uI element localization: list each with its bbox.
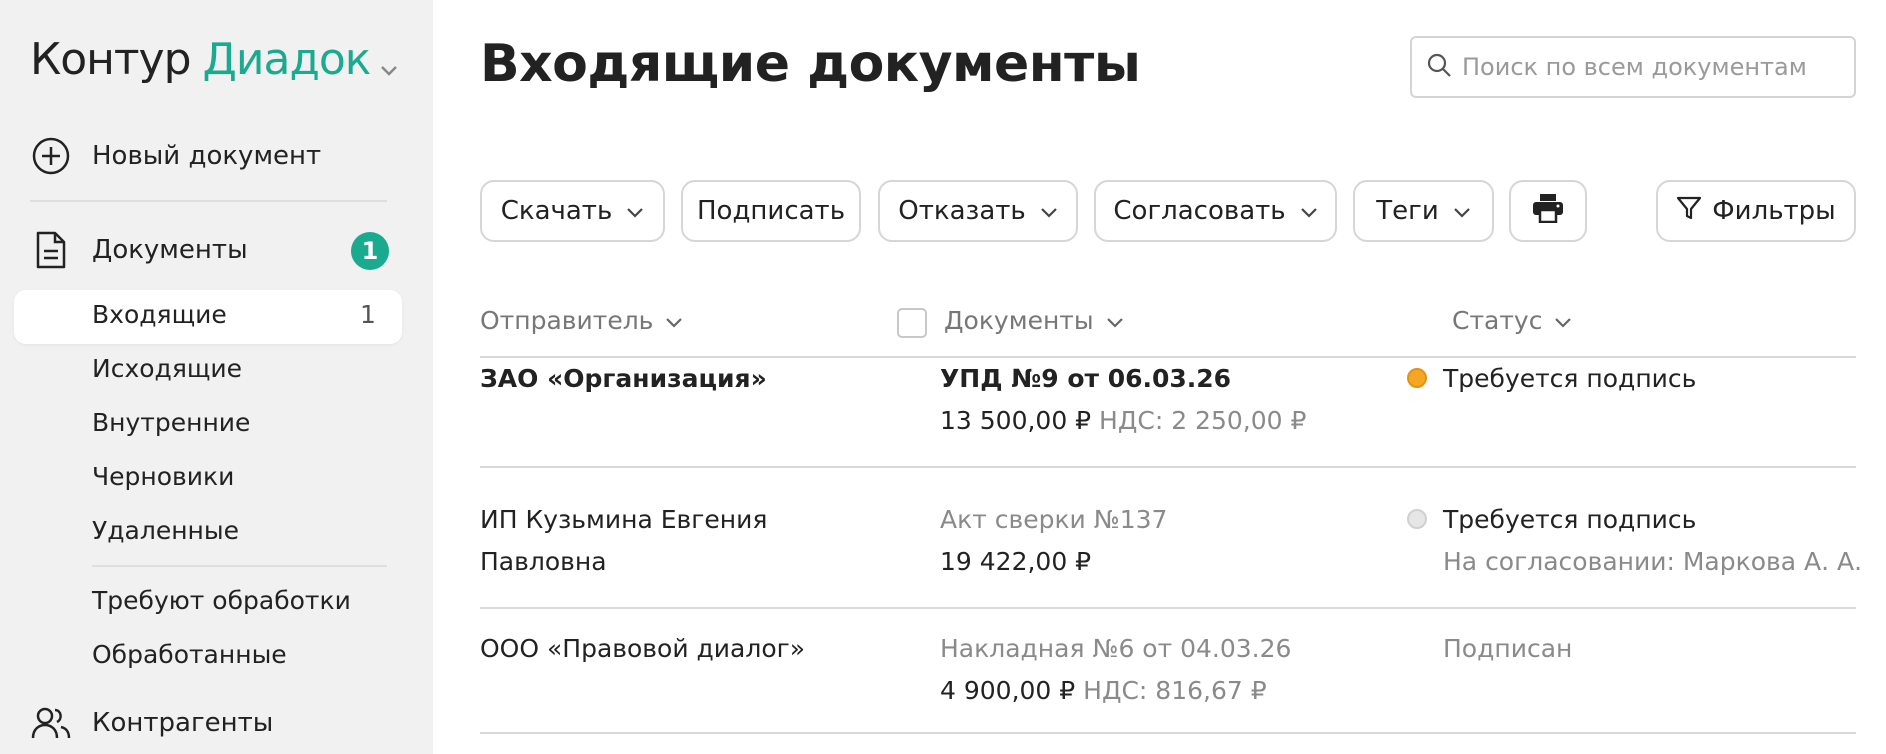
row-sender: ЗАО «Организация» [480,364,767,393]
row-divider [480,732,1856,734]
reject-button[interactable]: Отказать [878,180,1078,242]
row-divider [480,607,1856,609]
chevron-down-icon [1453,196,1471,226]
documents-count-badge: 1 [351,232,389,270]
column-header-documents[interactable]: Документы [944,306,1124,335]
sidebar-item-contractors[interactable]: Контрагенты [30,702,273,744]
sign-label: Подписать [696,196,846,226]
sidebar-item-deleted[interactable]: Удаленные [92,516,239,545]
chevron-down-icon [626,196,644,226]
sidebar: Контур Диадок Новый документ Документы 1… [0,0,433,754]
download-label: Скачать [500,196,613,226]
status-dot [1407,509,1427,529]
search-placeholder: Поиск по всем документам [1462,53,1807,81]
brand-kontur: Контур [30,33,192,85]
sidebar-divider [30,200,387,202]
chevron-down-icon [1300,196,1318,226]
row-status: Требуется подпись [1443,364,1697,393]
filter-icon [1676,195,1702,228]
select-all-checkbox[interactable] [897,308,927,338]
row-amounts: 13 500,00 ₽ НДС: 2 250,00 ₽ [940,400,1306,442]
column-header-status[interactable]: Статус [1452,306,1572,335]
sidebar-item-incoming[interactable]: Входящие [92,300,227,329]
sidebar-divider [92,565,387,567]
row-sender-line2: Павловна [480,547,607,576]
filters-button[interactable]: Фильтры [1656,180,1856,242]
document-icon [30,229,72,271]
users-icon [30,702,72,744]
status-dot [1407,368,1427,388]
app-logo[interactable]: Контур Диадок [30,30,398,88]
chevron-down-icon [665,306,683,335]
approve-button[interactable]: Согласовать [1094,180,1337,242]
column-header-documents-label: Документы [944,306,1094,335]
column-header-sender[interactable]: Отправитель [480,306,683,335]
row-amount: 4 900,00 ₽ [940,676,1076,705]
row-status: Подписан [1443,634,1573,663]
sidebar-item-drafts[interactable]: Черновики [92,462,234,491]
column-header-status-label: Статус [1452,306,1543,335]
plus-circle-icon [30,135,72,177]
column-header-sender-label: Отправитель [480,306,654,335]
approve-label: Согласовать [1113,196,1286,226]
sidebar-item-require-processing[interactable]: Требуют обработки [92,586,351,615]
new-document-label: Новый документ [92,141,322,171]
row-doc-title[interactable]: Акт сверки №137 [940,499,1167,541]
row-vat: НДС: 2 250,00 ₽ [1099,406,1307,435]
sidebar-item-outgoing[interactable]: Исходящие [92,354,242,383]
sidebar-item-contractors-label: Контрагенты [92,708,274,738]
print-button[interactable] [1509,180,1587,242]
filters-label: Фильтры [1712,196,1836,226]
row-vat: НДС: 816,67 ₽ [1083,676,1267,705]
chevron-down-icon [1040,196,1058,226]
row-doc-title[interactable]: Накладная №6 от 04.03.26 [940,628,1291,670]
sidebar-item-documents[interactable]: Документы [30,229,248,271]
row-amount: 19 422,00 ₽ [940,547,1092,576]
row-sender: ИП Кузьмина Евгения [480,505,768,534]
brand-diadoc: Диадок [202,33,372,85]
download-button[interactable]: Скачать [480,180,665,242]
search-input[interactable]: Поиск по всем документам [1410,36,1856,98]
sidebar-item-processed[interactable]: Обработанные [92,640,287,669]
sign-button[interactable]: Подписать [681,180,861,242]
chevron-down-icon [1106,306,1124,335]
row-amounts: 4 900,00 ₽ НДС: 816,67 ₽ [940,670,1267,712]
row-doc-title[interactable]: УПД №9 от 06.03.26 [940,358,1231,400]
new-document-button[interactable]: Новый документ [30,135,321,177]
page-title: Входящие документы [480,34,1141,94]
chevron-down-icon [380,37,398,88]
row-divider [480,466,1856,468]
chevron-down-icon [1554,306,1572,335]
reject-label: Отказать [898,196,1026,226]
sidebar-item-documents-label: Документы [92,235,248,265]
row-sender: ООО «Правовой диалог» [480,634,806,663]
search-icon [1426,52,1452,82]
row-status-sub: На согласовании: Маркова А. А. [1443,547,1863,576]
incoming-count: 1 [360,300,376,329]
tags-button[interactable]: Теги [1353,180,1494,242]
printer-icon [1532,193,1564,230]
tags-label: Теги [1376,196,1439,226]
row-amount: 13 500,00 ₽ [940,406,1092,435]
sidebar-item-internal[interactable]: Внутренние [92,408,250,437]
row-status: Требуется подпись [1443,505,1697,534]
